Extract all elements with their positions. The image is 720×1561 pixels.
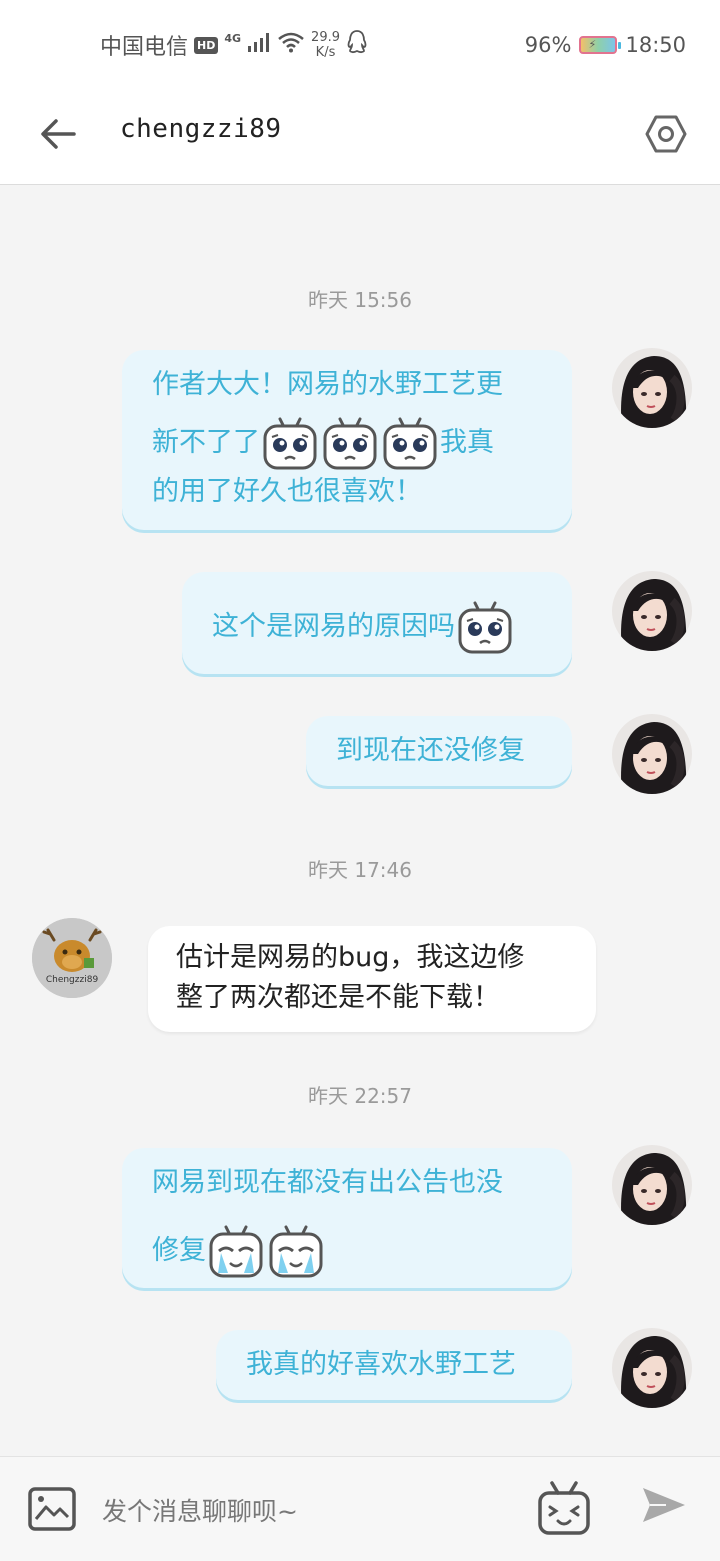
message-text: 我真 <box>440 427 494 458</box>
message-text: 的用了好久也很喜欢！ <box>152 476 422 507</box>
send-icon <box>640 1488 688 1529</box>
hd-badge-icon: HD <box>194 36 219 54</box>
anime-girl-avatar[interactable] <box>612 1145 692 1225</box>
message-text: 这个是网易的原因吗 <box>212 611 455 642</box>
network-speed: 29.9 K/s <box>311 30 340 60</box>
message-text: 修复 <box>152 1235 206 1266</box>
message-text: 我真的好喜欢水野工艺 <box>246 1349 516 1380</box>
network-type: 4G <box>224 32 242 45</box>
crying-tv-emoji <box>322 415 378 473</box>
status-bar: 中国电信 HD 4G 29.9 K/s 96% ⚡ 18:50 <box>0 0 720 88</box>
carrier-label: 中国电信 <box>100 35 189 60</box>
image-picker-button[interactable] <box>26 1483 78 1535</box>
tv-sticker-icon <box>536 1481 592 1543</box>
speed-unit: K/s <box>315 45 336 60</box>
message-line: 修复 <box>152 1222 542 1280</box>
message-bubble-outgoing[interactable]: 作者大大！网易的水野工艺更 新不了了 我真 的用了好久也很喜欢！ <box>122 350 572 530</box>
tears-tv-emoji <box>208 1223 264 1281</box>
message-text: 网易到现在都没有出公告也没 <box>152 1167 503 1198</box>
anime-girl-avatar[interactable] <box>612 1328 692 1408</box>
message-text: 估计是网易的bug，我这边修 <box>176 942 525 973</box>
message-input-bar <box>0 1456 720 1561</box>
message-text: 到现在还没修复 <box>336 735 525 766</box>
send-button[interactable] <box>640 1485 696 1535</box>
chat-settings-button[interactable] <box>636 106 696 166</box>
qq-notification-icon <box>346 29 368 61</box>
message-text: 作者大大！网易的水野工艺更 <box>152 369 503 400</box>
back-button[interactable] <box>30 108 86 164</box>
deer-avatar[interactable]: Chengzzi89 <box>32 918 112 998</box>
message-line: 这个是网易的原因吗 <box>212 598 542 656</box>
tears-tv-emoji <box>268 1223 324 1281</box>
crying-tv-emoji <box>457 599 513 657</box>
clock: 18:50 <box>625 33 686 57</box>
speed-value: 29.9 <box>311 30 340 45</box>
status-right: 96% ⚡ 18:50 <box>525 30 686 60</box>
message-bubble-outgoing[interactable]: 到现在还没修复 <box>306 716 572 786</box>
chat-header: chengzzi89 <box>0 88 720 185</box>
message-input[interactable] <box>100 1487 524 1535</box>
timestamp: 昨天 15:56 <box>308 288 412 312</box>
crying-tv-emoji <box>262 415 318 473</box>
message-bubble-incoming[interactable]: 估计是网易的bug，我这边修 整了两次都还是不能下载！ <box>148 926 596 1032</box>
message-bubble-outgoing[interactable]: 网易到现在都没有出公告也没 修复 <box>122 1148 572 1288</box>
image-picker-icon <box>26 1487 78 1539</box>
timestamp: 昨天 22:57 <box>308 1084 412 1108</box>
chat-title: chengzzi89 <box>120 114 282 144</box>
anime-girl-avatar[interactable] <box>612 714 692 794</box>
crying-tv-emoji <box>382 415 438 473</box>
sticker-button[interactable] <box>536 1479 592 1539</box>
hexagon-settings-icon <box>645 114 687 158</box>
message-line: 新不了了 我真 <box>152 414 542 472</box>
message-text: 新不了了 <box>152 427 260 458</box>
timestamp: 昨天 17:46 <box>308 858 412 882</box>
anime-girl-avatar[interactable] <box>612 571 692 651</box>
arrow-left-icon <box>40 118 76 154</box>
message-text: 整了两次都还是不能下载！ <box>176 982 500 1013</box>
message-bubble-outgoing[interactable]: 我真的好喜欢水野工艺 <box>216 1330 572 1400</box>
avatar-caption: Chengzzi89 <box>46 975 99 985</box>
battery-percent: 96% <box>524 33 572 57</box>
anime-girl-avatar[interactable] <box>612 348 692 428</box>
message-bubble-outgoing[interactable]: 这个是网易的原因吗 <box>182 572 572 674</box>
status-left: 中国电信 HD 4G 29.9 K/s <box>100 30 368 60</box>
signal-icon <box>247 32 271 58</box>
wifi-icon <box>277 31 305 59</box>
battery-charging-icon: ⚡ <box>579 36 622 54</box>
